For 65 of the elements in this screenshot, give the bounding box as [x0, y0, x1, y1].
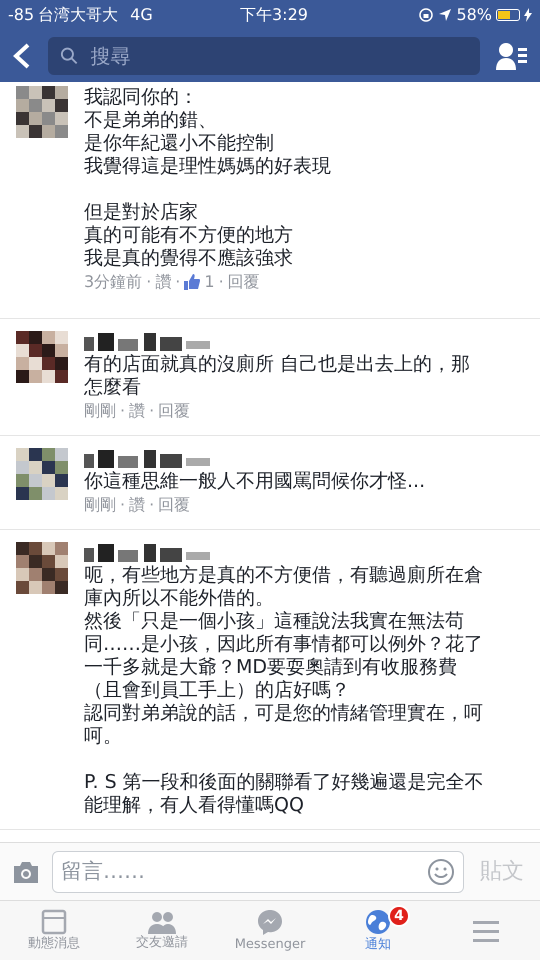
thumbs-up-icon	[184, 274, 200, 290]
separator-dot: ·	[149, 494, 154, 516]
search-bar[interactable]: 搜尋	[48, 37, 480, 75]
comment-text-line: 我是真的覺得不應該強求	[84, 247, 294, 270]
separator-dot: ·	[120, 494, 126, 516]
tab-item[interactable]: 動態消息	[0, 901, 108, 960]
tab-item[interactable]: 通知 4	[324, 901, 432, 960]
comment-text-line: 是你年紀還小不能控制	[84, 132, 275, 155]
comment-text-line: 真的可能有不方便的地方	[84, 224, 294, 247]
comment-box[interactable]: 留言……	[52, 850, 464, 892]
separator-dot: ·	[149, 400, 154, 422]
comment-text-line: 我認同你的：	[84, 86, 199, 109]
reply-link[interactable]: 回覆	[158, 399, 190, 423]
comment-time: 3分鐘前	[84, 271, 142, 293]
battery-icon	[496, 9, 520, 21]
charging-bolt-icon	[524, 8, 532, 22]
separator-dot: ·	[175, 271, 180, 293]
comment-text-line: 認同對弟弟說的話，可是您的情緒管理實在，呵	[84, 702, 484, 725]
network-type: 4G	[130, 4, 153, 26]
like-link[interactable]: 讚	[155, 270, 172, 294]
back-icon[interactable]	[12, 43, 32, 69]
comment-time: 剛剛	[84, 400, 116, 422]
menu-icon	[472, 918, 500, 942]
comment-text-line: 庫內所以不能外借的。	[84, 587, 275, 610]
separator-dot: ·	[218, 271, 224, 293]
comment-text-line: 同……是小孩，因此所有事情都可以例外？花了	[84, 633, 484, 656]
notification-badge: 4	[388, 905, 410, 927]
comment-text-line: 然後「只是一個小孩」這種說法我實在無法苟	[84, 610, 465, 633]
like-link[interactable]: 讚	[129, 399, 146, 423]
like-count: 1	[204, 271, 215, 293]
comment-text-line: 一千多就是大爺？MD要耍奧請到有收服務費	[84, 656, 458, 679]
comment-text-line: 能理解，有人看得懂嗎QQ	[84, 794, 305, 817]
location-arrow-icon	[438, 8, 452, 22]
separator-dot: ·	[120, 400, 126, 422]
tab-item[interactable]: 交友邀請	[108, 901, 216, 960]
comment-input-field[interactable]: 留言……	[61, 856, 427, 888]
comment-text-line: 有的店面就真的沒廁所 自己也是出去上的，那	[84, 353, 470, 376]
rotation-lock-icon	[418, 7, 434, 23]
search-icon	[60, 46, 78, 66]
reply-link[interactable]: 回覆	[228, 270, 260, 294]
comment-text-line: 不是弟弟的錯、	[84, 109, 218, 132]
reply-link[interactable]: 回覆	[158, 493, 190, 517]
like-link[interactable]: 讚	[129, 493, 146, 517]
signal-strength: -85	[8, 4, 34, 26]
news-feed-icon	[41, 908, 67, 934]
comment-text-line: 呵。	[84, 725, 123, 748]
globe-icon	[364, 908, 392, 936]
friend-list-icon[interactable]	[496, 42, 528, 70]
carrier-name: 台湾大哥大	[38, 4, 118, 26]
messenger-icon	[256, 908, 284, 936]
comment-text-line: 我覺得這是理性媽媽的好表現	[84, 155, 331, 178]
comment-text-line: P. S 第一段和後面的關聯看了好幾遍還是完全不	[84, 771, 484, 794]
comment-time: 剛剛	[84, 494, 116, 516]
battery-percentage: 58%	[456, 4, 492, 26]
smiley-icon[interactable]	[427, 858, 455, 886]
comment-text-line: 怎麼看	[84, 376, 142, 399]
comment-text-line: （且會到員工手上）的店好嗎？	[84, 679, 351, 702]
tab-item[interactable]: Messenger	[216, 901, 324, 960]
separator-dot: ·	[146, 271, 152, 293]
comment-text-line: 呃，有些地方是真的不方便借，有聽過廁所在倉	[84, 564, 484, 587]
comment-text-line: 你這種思維一般人不用國罵問候你才怪...	[84, 470, 426, 493]
comment-text-line: 但是對於店家	[84, 201, 199, 224]
clock-time: 下午3:29	[240, 4, 308, 26]
friends-icon	[147, 910, 177, 934]
camera-icon[interactable]	[12, 860, 40, 882]
